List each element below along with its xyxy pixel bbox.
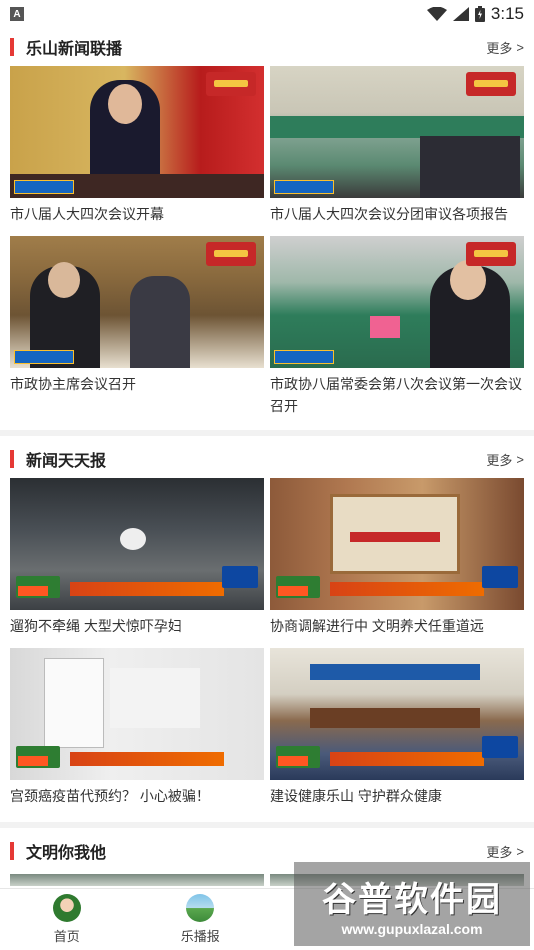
section-divider	[0, 430, 534, 436]
news-card[interactable]: 遛狗不牵绳 大型犬惊吓孕妇	[10, 478, 264, 648]
news-thumbnail	[10, 648, 264, 780]
news-thumbnail[interactable]	[10, 874, 264, 886]
more-link[interactable]: 更多 >	[486, 842, 524, 861]
more-label: 更多	[486, 40, 513, 56]
news-card[interactable]: 市八届人大四次会议分团审议各项报告	[270, 66, 524, 236]
section-header: 乐山新闻联播 更多 >	[10, 28, 524, 66]
status-bar: A 3:15	[0, 0, 534, 28]
chevron-right-icon: >	[516, 843, 524, 859]
more-link[interactable]: 更多 >	[486, 38, 524, 57]
battery-icon	[474, 6, 485, 22]
tab-label: 首页	[53, 929, 80, 944]
section-title: 乐山新闻联播	[26, 41, 123, 58]
news-caption: 市八届人大四次会议分团审议各项报告	[270, 206, 508, 222]
news-card[interactable]: 市政协八届常委会第八次会议第一次会议召开	[270, 236, 524, 426]
news-thumbnail	[10, 66, 264, 198]
news-caption: 市八届人大四次会议开幕	[10, 206, 164, 222]
section-accent-bar	[10, 842, 14, 860]
news-caption: 市政协主席会议召开	[10, 376, 136, 392]
more-label: 更多	[486, 452, 513, 468]
news-card[interactable]: 协商调解进行中 文明养犬任重道远	[270, 478, 524, 648]
news-caption: 建设健康乐山 守护群众健康	[270, 788, 442, 804]
news-caption: 协商调解进行中 文明养犬任重道远	[270, 618, 484, 634]
news-card[interactable]: 建设健康乐山 守护群众健康	[270, 648, 524, 818]
section-accent-bar	[10, 450, 14, 468]
watermark-overlay: 谷普软件园 www.gupuxlazal.com	[294, 862, 530, 946]
news-thumbnail	[10, 236, 264, 368]
home-avatar-icon	[52, 894, 81, 922]
broadcast-icon	[186, 894, 215, 922]
section-leshan-news: 乐山新闻联播 更多 > 市八届人大四次会议开幕 市八届人大四次会议分团审议各项报告	[0, 28, 534, 426]
more-label: 更多	[486, 844, 513, 860]
section-header: 新闻天天报 更多 >	[10, 440, 524, 478]
chevron-right-icon: >	[516, 39, 524, 55]
signal-icon	[452, 7, 469, 21]
tab-broadcast[interactable]: 乐播报	[134, 889, 268, 950]
watermark-url: www.gupuxlazal.com	[341, 920, 483, 937]
more-link[interactable]: 更多 >	[486, 450, 524, 469]
notification-a-icon: A	[10, 7, 24, 21]
watermark-title: 谷普软件园	[322, 880, 502, 919]
section-title: 文明你我他	[26, 845, 107, 862]
status-time: 3:15	[490, 4, 524, 23]
news-thumbnail	[270, 66, 524, 198]
news-thumbnail	[270, 648, 524, 780]
tab-home[interactable]: 首页	[0, 889, 134, 950]
news-thumbnail	[270, 236, 524, 368]
news-caption: 遛狗不牵绳 大型犬惊吓孕妇	[10, 618, 182, 634]
section-daily-news: 新闻天天报 更多 > 遛狗不牵绳 大型犬惊吓孕妇 协商调解进行中 文明养犬任重道远	[0, 440, 534, 818]
section-accent-bar	[10, 38, 14, 56]
wifi-icon	[426, 7, 447, 21]
chevron-right-icon: >	[516, 451, 524, 467]
news-card[interactable]: 宫颈癌疫苗代预约？ 小心被骗！	[10, 648, 264, 818]
section-divider	[0, 822, 534, 828]
news-thumbnail	[10, 478, 264, 610]
news-card[interactable]: 市政协主席会议召开	[10, 236, 264, 426]
section-title: 新闻天天报	[26, 453, 107, 470]
tab-label: 乐播报	[180, 929, 220, 944]
news-thumbnail	[270, 478, 524, 610]
news-caption: 宫颈癌疫苗代预约？ 小心被骗！	[10, 788, 210, 804]
news-caption: 市政协八届常委会第八次会议第一次会议召开	[270, 376, 522, 414]
news-card[interactable]: 市八届人大四次会议开幕	[10, 66, 264, 236]
